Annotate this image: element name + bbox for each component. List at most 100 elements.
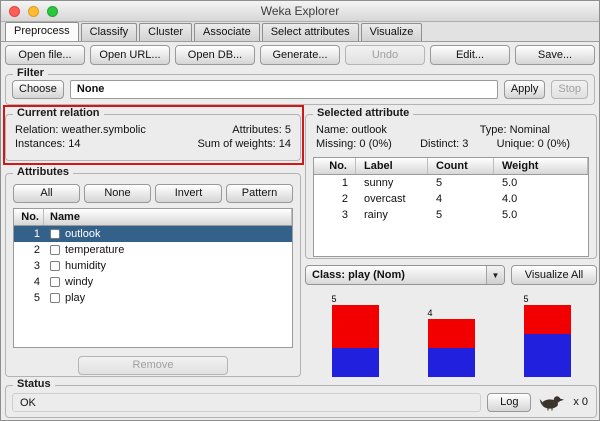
relation-instances: Instances: 14 [15,138,81,150]
attribute-name: outlook [65,228,101,240]
attribute-row-outlook[interactable]: 1 outlook [14,226,292,242]
attribute-name: play [65,292,86,304]
attribute-checkbox[interactable] [50,293,60,303]
label-row-overcast[interactable]: 2 overcast 4 4.0 [314,191,588,207]
label-no: 2 [341,193,348,205]
chevron-down-icon[interactable]: ▼ [486,266,504,284]
class-segment-red [523,305,571,334]
histogram-bar-overcast: 4 [403,308,499,377]
column-header-no[interactable]: No. [14,209,44,225]
stop-filter-button[interactable]: Stop [551,80,588,99]
relation-sum-of-weights: Sum of weights: 14 [197,138,291,150]
attribute-no: 5 [33,292,40,304]
all-button[interactable]: All [13,184,80,203]
label-no: 3 [341,209,348,221]
column-header-label[interactable]: Label [356,158,428,174]
attribute-checkbox[interactable] [50,229,60,239]
tab-select-attributes[interactable]: Select attributes [261,23,359,41]
relation-name: Relation: weather.symbolic [15,124,146,136]
label-value: sunny [364,177,394,189]
class-segment-blue [427,348,475,377]
attribute-row-humidity[interactable]: 3 humidity [14,258,292,274]
class-segment-blue [331,348,379,377]
histogram-count-label: 5 [523,294,529,304]
label-count: 5 [436,209,443,221]
class-segment-red [331,305,379,349]
visualize-all-button[interactable]: Visualize All [511,265,597,285]
label-counts-table: No. Label Count Weight 1 sunny 5 5.0 2 o… [313,157,589,257]
invert-button[interactable]: Invert [155,184,222,203]
tab-cluster[interactable]: Cluster [139,23,192,41]
histogram-count-label: 5 [331,294,337,304]
histogram-count-label: 4 [427,308,433,318]
class-segment-blue [523,333,571,377]
column-header-weight[interactable]: Weight [494,158,588,174]
attribute-checkbox[interactable] [50,261,60,271]
attribute-name: temperature [65,244,125,256]
column-header-name[interactable]: Name [44,209,292,225]
relation-attributes: Attributes: 5 [232,124,291,136]
open-file-button[interactable]: Open file... [5,45,85,65]
undo-button[interactable]: Undo [345,45,425,65]
open-url-button[interactable]: Open URL... [90,45,170,65]
log-button[interactable]: Log [487,392,532,412]
tab-preprocess[interactable]: Preprocess [5,22,79,41]
label-row-sunny[interactable]: 1 sunny 5 5.0 [314,175,588,191]
column-header-count[interactable]: Count [428,158,494,174]
tab-associate[interactable]: Associate [194,23,260,41]
attribute-name: humidity [65,260,106,272]
label-no: 1 [341,177,348,189]
attributes-title: Attributes [13,166,73,178]
filter-value-field[interactable]: None [69,80,498,99]
selected-distinct: Distinct: 3 [420,138,469,150]
selected-type: Type: Nominal [479,124,550,136]
status-title: Status [13,378,55,390]
attribute-checkbox[interactable] [50,245,60,255]
selected-name: Name: outlook [316,124,387,136]
selected-missing: Missing: 0 (0%) [316,138,392,150]
tab-classify[interactable]: Classify [80,23,138,41]
current-relation-title: Current relation [13,107,104,119]
toolbar: Open file... Open URL... Open DB... Gene… [5,45,595,65]
label-weight: 5.0 [502,209,518,221]
attribute-row-play[interactable]: 5 play [14,290,292,306]
class-histogram: 5 4 5 [305,289,597,377]
save-button[interactable]: Save... [515,45,595,65]
label-count: 4 [436,193,443,205]
attributes-panel: Attributes All None Invert Pattern No. N… [5,166,301,377]
attribute-no: 4 [33,276,40,288]
attribute-row-temperature[interactable]: 2 temperature [14,242,292,258]
label-row-rainy[interactable]: 3 rainy 5 5.0 [314,207,588,223]
log-counter: x 0 [573,396,588,408]
attributes-table-header: No. Name [14,209,292,226]
window-title: Weka Explorer [260,4,340,18]
open-db-button[interactable]: Open DB... [175,45,255,65]
label-counts-header: No. Label Count Weight [314,158,588,175]
attribute-no: 2 [33,244,40,256]
column-header-no[interactable]: No. [314,158,356,174]
attributes-table: No. Name 1 outlook 2 temperature 3 humid… [13,208,293,348]
attribute-no: 3 [33,260,40,272]
current-relation-panel: Current relation Relation: weather.symbo… [5,107,301,161]
filter-title: Filter [13,67,48,79]
class-combobox[interactable]: Class: play (Nom) ▼ [305,265,505,285]
remove-button[interactable]: Remove [78,356,228,375]
histogram-bar-rainy: 5 [499,294,595,377]
tab-visualize[interactable]: Visualize [360,23,423,41]
title-bar: Weka Explorer [1,1,599,22]
tab-bar: Preprocess Classify Cluster Associate Se… [1,22,599,42]
selected-unique: Unique: 0 (0%) [496,138,570,150]
generate-button[interactable]: Generate... [260,45,340,65]
attribute-row-windy[interactable]: 4 windy [14,274,292,290]
filter-panel: Filter Choose None Apply Stop [5,67,595,105]
status-panel: Status OK Log x 0 [5,378,597,418]
none-button[interactable]: None [84,184,151,203]
attribute-checkbox[interactable] [50,277,60,287]
choose-filter-button[interactable]: Choose [12,80,64,99]
apply-filter-button[interactable]: Apply [503,80,546,99]
pattern-button[interactable]: Pattern [226,184,293,203]
edit-button[interactable]: Edit... [430,45,510,65]
attribute-name: windy [65,276,94,288]
attribute-no: 1 [33,228,40,240]
status-message: OK [12,392,482,412]
